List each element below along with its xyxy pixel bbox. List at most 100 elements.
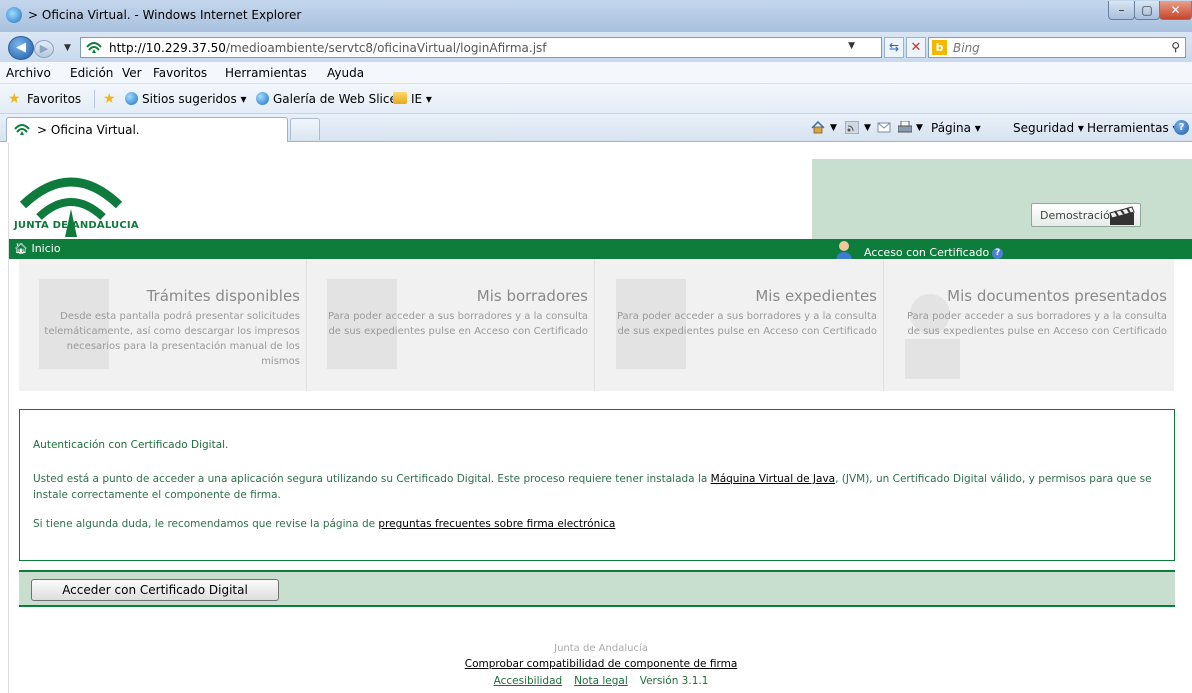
auth-info-box: Autenticación con Certificado Digital. U…	[19, 409, 1175, 561]
forward-button[interactable]: ▶	[34, 40, 54, 58]
stop-button[interactable]: ✕	[906, 37, 926, 58]
menu-ver[interactable]: Ver	[122, 66, 142, 80]
search-icon[interactable]: ⚲	[1171, 40, 1180, 54]
add-favorite-icon[interactable]: ★	[103, 91, 116, 107]
menu-bar: Archivo Edición Ver Favoritos Herramient…	[0, 62, 1192, 84]
url-path: /medioambiente/servtc8/oficinaVirtual/lo…	[225, 41, 547, 55]
faq-signature-link[interactable]: preguntas frecuentes sobre firma electró…	[378, 518, 615, 530]
panel-text: Para poder acceder a sus borradores y a …	[327, 311, 588, 337]
arrow-left-icon: ◀	[16, 40, 26, 55]
close-button[interactable]: ✕	[1159, 1, 1192, 20]
panel-text: Para poder acceder a sus borradores y a …	[616, 311, 877, 337]
panel-title: Mis borradores	[476, 287, 588, 305]
cert-access-link[interactable]: Acceso con Certificado?	[864, 246, 1004, 259]
site-favicon-icon	[85, 40, 103, 54]
site-favicon-icon	[13, 122, 31, 136]
access-certificate-button[interactable]: Acceder con Certificado Digital	[31, 579, 279, 601]
clapperboard-icon	[1109, 206, 1135, 225]
minimize-button[interactable]: –	[1108, 1, 1135, 20]
maximize-button[interactable]: ▢	[1134, 1, 1160, 20]
panel-title: Trámites disponibles	[146, 287, 300, 305]
access-bar: Acceder con Certificado Digital	[19, 570, 1175, 607]
folder-icon	[393, 92, 407, 104]
demo-button[interactable]: Demostración	[1031, 203, 1141, 227]
logo-text: JUNTA DE ANDALUCIA	[14, 220, 139, 231]
print-dropdown-icon[interactable]: ▼	[916, 123, 923, 133]
panel-text: Desde esta pantalla podrá presentar soli…	[44, 311, 300, 367]
search-placeholder: Bing	[953, 41, 980, 55]
panel-tramites[interactable]: Trámites disponibles Desde esta pantalla…	[19, 259, 307, 391]
auth-text: Usted está a punto de acceder a una apli…	[33, 473, 711, 485]
faq-paragraph: Si tiene algunda duda, le recomendamos q…	[33, 518, 615, 530]
legal-notice-link[interactable]: Nota legal	[574, 675, 628, 687]
separator	[94, 90, 95, 108]
menu-favoritos[interactable]: Favoritos	[153, 66, 207, 80]
menu-archivo[interactable]: Archivo	[6, 66, 51, 80]
home-link[interactable]: 🏠︎ Inicio	[14, 242, 61, 255]
security-menu[interactable]: Seguridad ▾	[1013, 121, 1084, 135]
window-title: > Oficina Virtual. - Windows Internet Ex…	[28, 8, 302, 22]
menu-ayuda[interactable]: Ayuda	[327, 66, 364, 80]
header-green-panel: Demostración	[812, 159, 1192, 239]
window-titlebar: > Oficina Virtual. - Windows Internet Ex…	[0, 0, 1192, 32]
panel-title: Mis documentos presentados	[947, 287, 1167, 305]
favorites-star-icon: ★	[8, 91, 21, 107]
tools-menu[interactable]: Herramientas ▾	[1087, 121, 1179, 135]
panel-borradores[interactable]: Mis borradores Para poder acceder a sus …	[307, 259, 595, 391]
mail-icon[interactable]	[877, 121, 891, 134]
java-vm-link[interactable]: Máquina Virtual de Java	[711, 473, 835, 485]
tab-oficina-virtual[interactable]: > Oficina Virtual.	[6, 117, 288, 142]
refresh-icon: ⇆	[888, 40, 900, 54]
page-menu[interactable]: Página ▾	[931, 121, 981, 135]
menu-herramientas[interactable]: Herramientas	[225, 66, 307, 80]
ie-logo-icon	[6, 7, 22, 23]
back-button[interactable]: ◀	[8, 36, 34, 60]
web-slice-gallery-link[interactable]: Galería de Web Slice ▾	[273, 92, 407, 106]
url-field[interactable]: http://10.229.37.50/medioambiente/servtc…	[80, 37, 882, 58]
web-page: JUNTA DE ANDALUCIA Demostración 🏠︎ Inici…	[8, 143, 1192, 693]
arrow-right-icon: ▶	[39, 42, 49, 55]
help-icon[interactable]: ?	[1174, 120, 1189, 135]
home-icon[interactable]	[811, 121, 825, 134]
address-bar: ◀ ▶ ▼ http://10.229.37.50/medioambiente/…	[0, 32, 1192, 62]
home-dropdown-icon[interactable]: ▼	[830, 123, 837, 133]
panel-text: Para poder acceder a sus borradores y a …	[906, 311, 1167, 337]
tab-bar: > Oficina Virtual. ▼ ▼ ▼ Página ▾ Seguri…	[0, 114, 1192, 142]
feeds-icon[interactable]	[845, 121, 859, 134]
demo-label: Demostración	[1040, 209, 1117, 222]
tab-label: > Oficina Virtual.	[37, 123, 140, 137]
refresh-button[interactable]: ⇆	[884, 37, 904, 58]
top-nav-bar: 🏠︎ Inicio	[9, 239, 1192, 259]
search-field[interactable]: b Bing ⚲	[928, 37, 1186, 58]
faq-text: Si tiene algunda duda, le recomendamos q…	[33, 518, 379, 530]
favorites-bar: ★ Favoritos ★ Sitios sugeridos ▾ Galería…	[0, 84, 1192, 114]
feeds-dropdown-icon[interactable]: ▼	[864, 123, 871, 133]
accessibility-link[interactable]: Accesibilidad	[494, 675, 563, 687]
history-dropdown-icon[interactable]: ▼	[64, 43, 71, 53]
panel-expedientes[interactable]: Mis expedientes Para poder acceder a sus…	[596, 259, 884, 391]
bing-logo-icon: b	[932, 40, 947, 55]
auth-paragraph: Usted está a punto de acceder a una apli…	[33, 471, 1158, 503]
url-host: http://10.229.37.50	[109, 41, 226, 55]
home-icon: 🏠︎	[14, 242, 28, 255]
web-slice-icon	[256, 92, 269, 105]
cert-access-label: Acceso con Certificado	[864, 246, 990, 259]
new-tab-button[interactable]	[290, 118, 320, 140]
service-panels: Trámites disponibles Desde esta pantalla…	[19, 259, 1174, 391]
home-label: Inicio	[31, 242, 61, 255]
version-text: Versión 3.1.1	[639, 675, 709, 687]
suggested-sites-link[interactable]: Sitios sugeridos ▾	[142, 92, 247, 106]
print-icon[interactable]	[898, 121, 912, 134]
suggested-sites-icon	[125, 92, 138, 105]
auth-title: Autenticación con Certificado Digital.	[33, 439, 229, 451]
menu-edicion[interactable]: Edición	[70, 66, 113, 80]
panel-title: Mis expedientes	[755, 287, 877, 305]
help-icon[interactable]: ?	[992, 247, 1004, 259]
ie-folder-link[interactable]: IE ▾	[411, 92, 432, 106]
panel-documentos[interactable]: Mis documentos presentados Para poder ac…	[885, 259, 1173, 391]
footer-org: Junta de Andalucía	[554, 643, 648, 654]
url-dropdown-icon[interactable]: ▼	[848, 41, 855, 51]
stop-icon: ✕	[910, 40, 922, 55]
compat-check-link[interactable]: Comprobar compatibilidad de componente d…	[465, 658, 738, 670]
favorites-button[interactable]: Favoritos	[27, 92, 81, 106]
